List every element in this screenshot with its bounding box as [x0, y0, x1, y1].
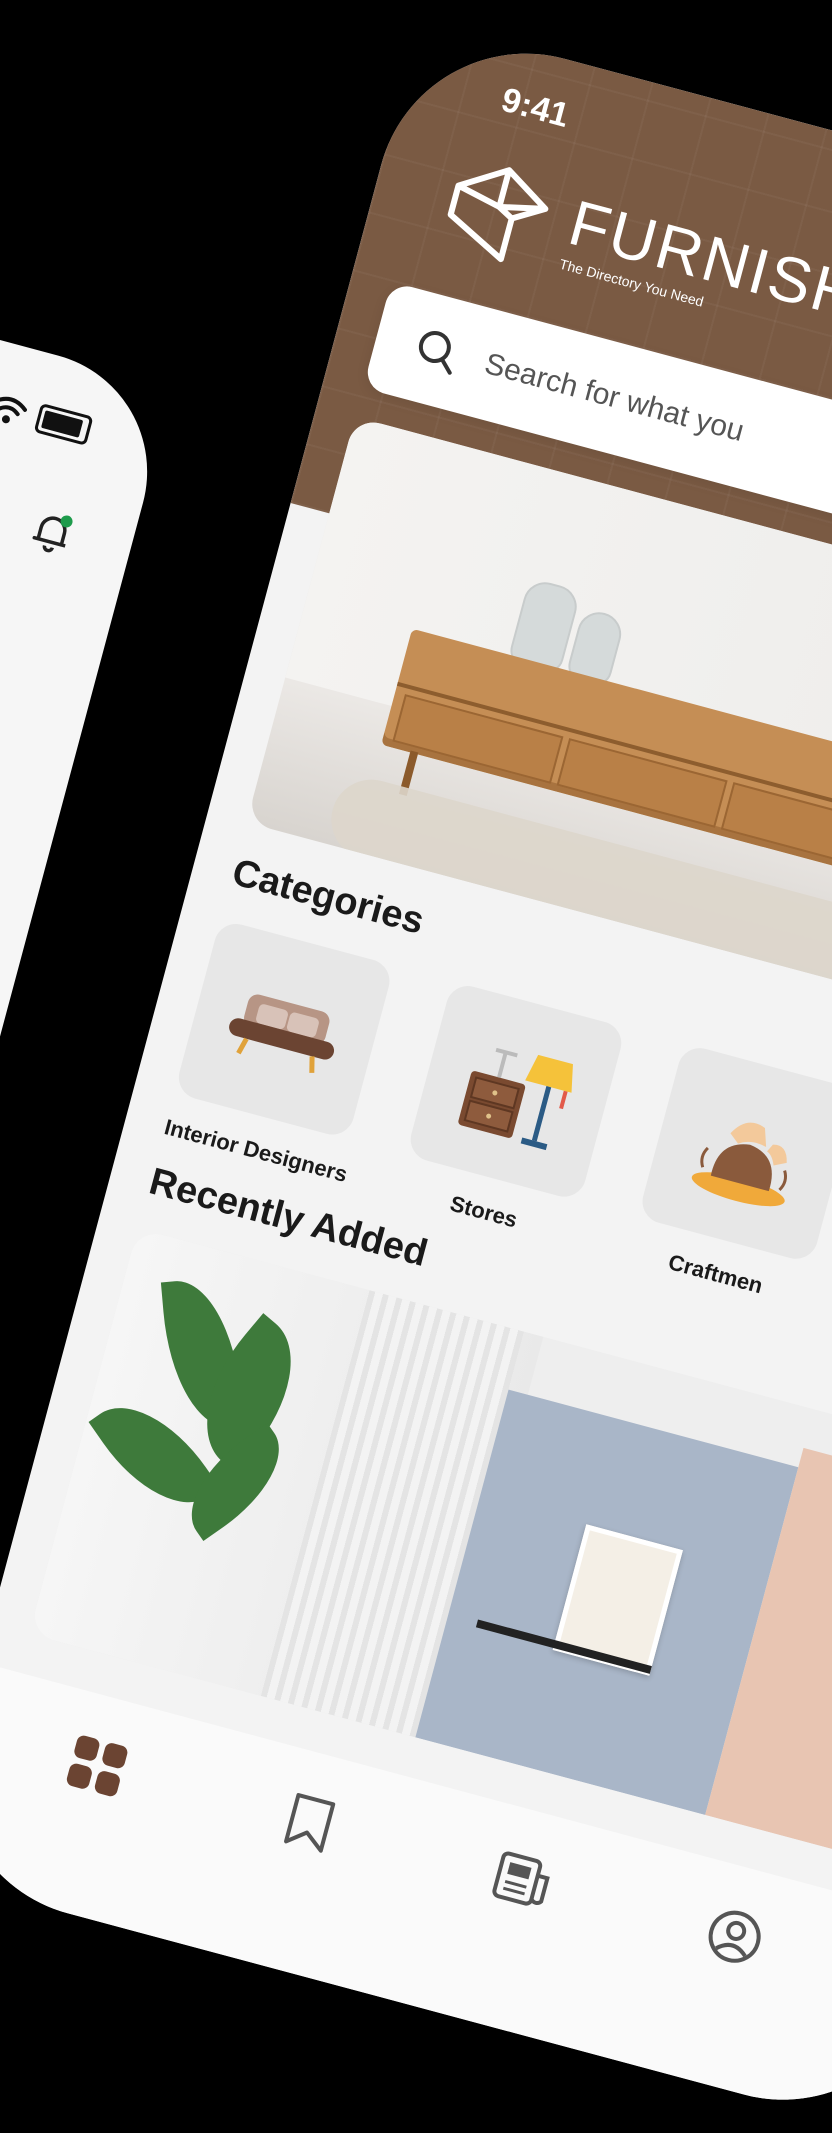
- nav-profile[interactable]: [698, 1900, 771, 1973]
- pottery-icon: [691, 1122, 788, 1207]
- nav-home[interactable]: [60, 1729, 133, 1802]
- nightstand-lamp-icon: [458, 1047, 573, 1151]
- wifi-icon: [0, 396, 28, 424]
- battery-icon: [33, 402, 94, 446]
- category-tile: [405, 981, 627, 1202]
- news-icon: [492, 1851, 550, 1906]
- bookmark-icon: [284, 1793, 336, 1853]
- nav-news[interactable]: [485, 1843, 558, 1916]
- bell-icon[interactable]: [27, 506, 77, 559]
- category-tile: [637, 1043, 832, 1264]
- category-stores[interactable]: Stores: [393, 981, 627, 1248]
- category-interior-designers[interactable]: Interior Designers: [162, 919, 395, 1187]
- category-tile: [173, 919, 395, 1140]
- sofa-icon: [229, 994, 335, 1073]
- category-craftmen[interactable]: Craftmen: [625, 1043, 832, 1310]
- nav-saved[interactable]: [273, 1786, 346, 1859]
- profile-icon: [708, 1910, 761, 1963]
- back-status-bar: [0, 380, 94, 446]
- main-phone-screen: 9:41 FURNISH The Directory You Need Sear…: [0, 20, 832, 2133]
- grid-icon: [66, 1735, 128, 1797]
- search-icon: [418, 330, 452, 375]
